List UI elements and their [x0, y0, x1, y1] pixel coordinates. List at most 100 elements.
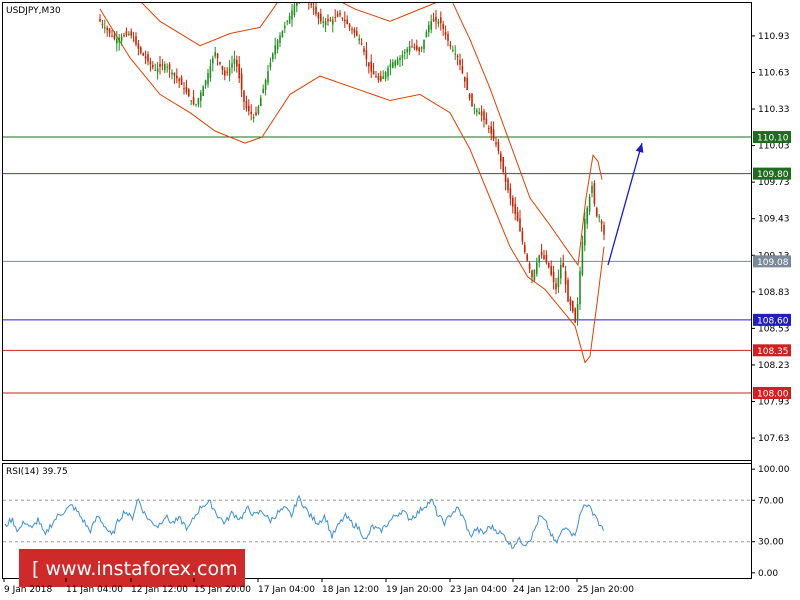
candle-body	[430, 21, 432, 30]
candle-body	[596, 207, 598, 217]
level-tag-label: 108.60	[757, 316, 789, 326]
candle-body	[346, 19, 348, 24]
candle-body	[483, 111, 485, 120]
x-tick-label: 24 Jan 12:00	[513, 585, 570, 595]
candle-body	[567, 279, 569, 302]
candle-body	[272, 53, 274, 60]
x-tick-label: 9 Jan 2018	[4, 585, 52, 595]
candle-body	[526, 254, 528, 261]
candle-body	[334, 17, 336, 19]
candle-body	[226, 71, 228, 73]
candle-body	[562, 263, 564, 268]
main-panel-frame	[2, 2, 752, 461]
candle-body	[574, 308, 576, 323]
candle-body	[545, 254, 548, 263]
candle-body	[600, 221, 603, 224]
candle-body	[183, 88, 185, 90]
candle-body	[238, 63, 240, 79]
candle-body	[262, 88, 264, 94]
candle-body	[420, 46, 423, 49]
candle-body	[221, 65, 224, 70]
candle-body	[228, 67, 231, 76]
candle-body	[437, 21, 440, 24]
candle-body	[188, 89, 190, 97]
candle-body	[310, 3, 312, 6]
candle-body	[190, 100, 192, 102]
candle-body	[468, 94, 471, 99]
candle-body	[147, 54, 149, 62]
candle-body	[231, 63, 233, 68]
y-tick-label: 108.23	[758, 361, 790, 371]
candle-body	[132, 39, 135, 41]
candle-body	[279, 35, 281, 43]
candle-body	[416, 45, 418, 50]
candle-body	[480, 111, 483, 116]
candle-body	[389, 63, 392, 68]
level-tag: 109.80	[753, 167, 791, 180]
candle-body	[588, 196, 591, 212]
candle-body	[281, 30, 284, 38]
candle-body	[370, 61, 372, 72]
candle-body	[471, 93, 473, 107]
candle-body	[243, 90, 245, 102]
x-tick-label: 17 Jan 04:00	[258, 585, 315, 595]
candle-body	[399, 57, 401, 61]
y-tick-label: 108.83	[758, 288, 790, 298]
candle-body	[516, 212, 519, 222]
candle-body	[593, 183, 596, 205]
candle-body	[312, 8, 315, 10]
candle-body	[113, 35, 116, 39]
candle-body	[195, 104, 197, 106]
candle-body	[394, 60, 396, 66]
candle-body	[168, 64, 171, 70]
candle-body	[497, 141, 500, 151]
candle-body	[377, 76, 380, 81]
candle-body	[363, 48, 365, 52]
candle-body	[576, 304, 579, 319]
candle-body	[159, 63, 161, 67]
candle-body	[269, 62, 272, 68]
candle-body	[332, 19, 334, 25]
candle-body	[118, 37, 120, 43]
candle-body	[180, 77, 183, 85]
candle-body	[320, 13, 322, 22]
candle-body	[461, 65, 464, 74]
candle-body	[502, 157, 504, 172]
candle-body	[380, 75, 382, 81]
candle-body	[387, 67, 389, 77]
candle-body	[255, 112, 257, 116]
candle-body	[536, 262, 538, 274]
candle-body	[348, 24, 351, 27]
x-tick-label: 23 Jan 04:00	[450, 585, 507, 595]
candle-body	[308, 0, 310, 2]
candle-body	[440, 17, 442, 24]
candle-body	[341, 17, 344, 19]
candle-body	[185, 87, 188, 93]
candle-body	[444, 32, 447, 35]
candle-body	[219, 62, 221, 64]
chart-canvas: USDJPY,M30 RSI(14) 39.75 [ www.instafore…	[2, 0, 791, 595]
level-tag-label: 109.08	[757, 258, 789, 268]
candle-body	[224, 70, 226, 76]
candle-body	[104, 27, 106, 29]
candle-body	[466, 77, 468, 90]
candle-body	[488, 127, 490, 129]
rsi-label: RSI(14) 39.75	[6, 467, 68, 477]
x-tick-label: 12 Jan 12:00	[131, 585, 188, 595]
candle-body	[507, 179, 509, 191]
candle-body	[442, 24, 444, 30]
level-tag: 110.10	[753, 131, 791, 144]
candle-body	[164, 64, 166, 71]
candle-body	[531, 270, 533, 278]
candle-body	[500, 153, 502, 162]
symbol-label: USDJPY,M30	[6, 6, 61, 16]
candle-body	[519, 218, 521, 232]
candle-body	[137, 43, 140, 49]
candle-body	[543, 255, 545, 259]
candle-body	[392, 62, 394, 68]
candle-body	[382, 76, 384, 79]
candle-body	[449, 44, 452, 47]
candle-body	[125, 31, 128, 35]
candle-body	[212, 58, 214, 64]
candle-body	[425, 32, 428, 38]
